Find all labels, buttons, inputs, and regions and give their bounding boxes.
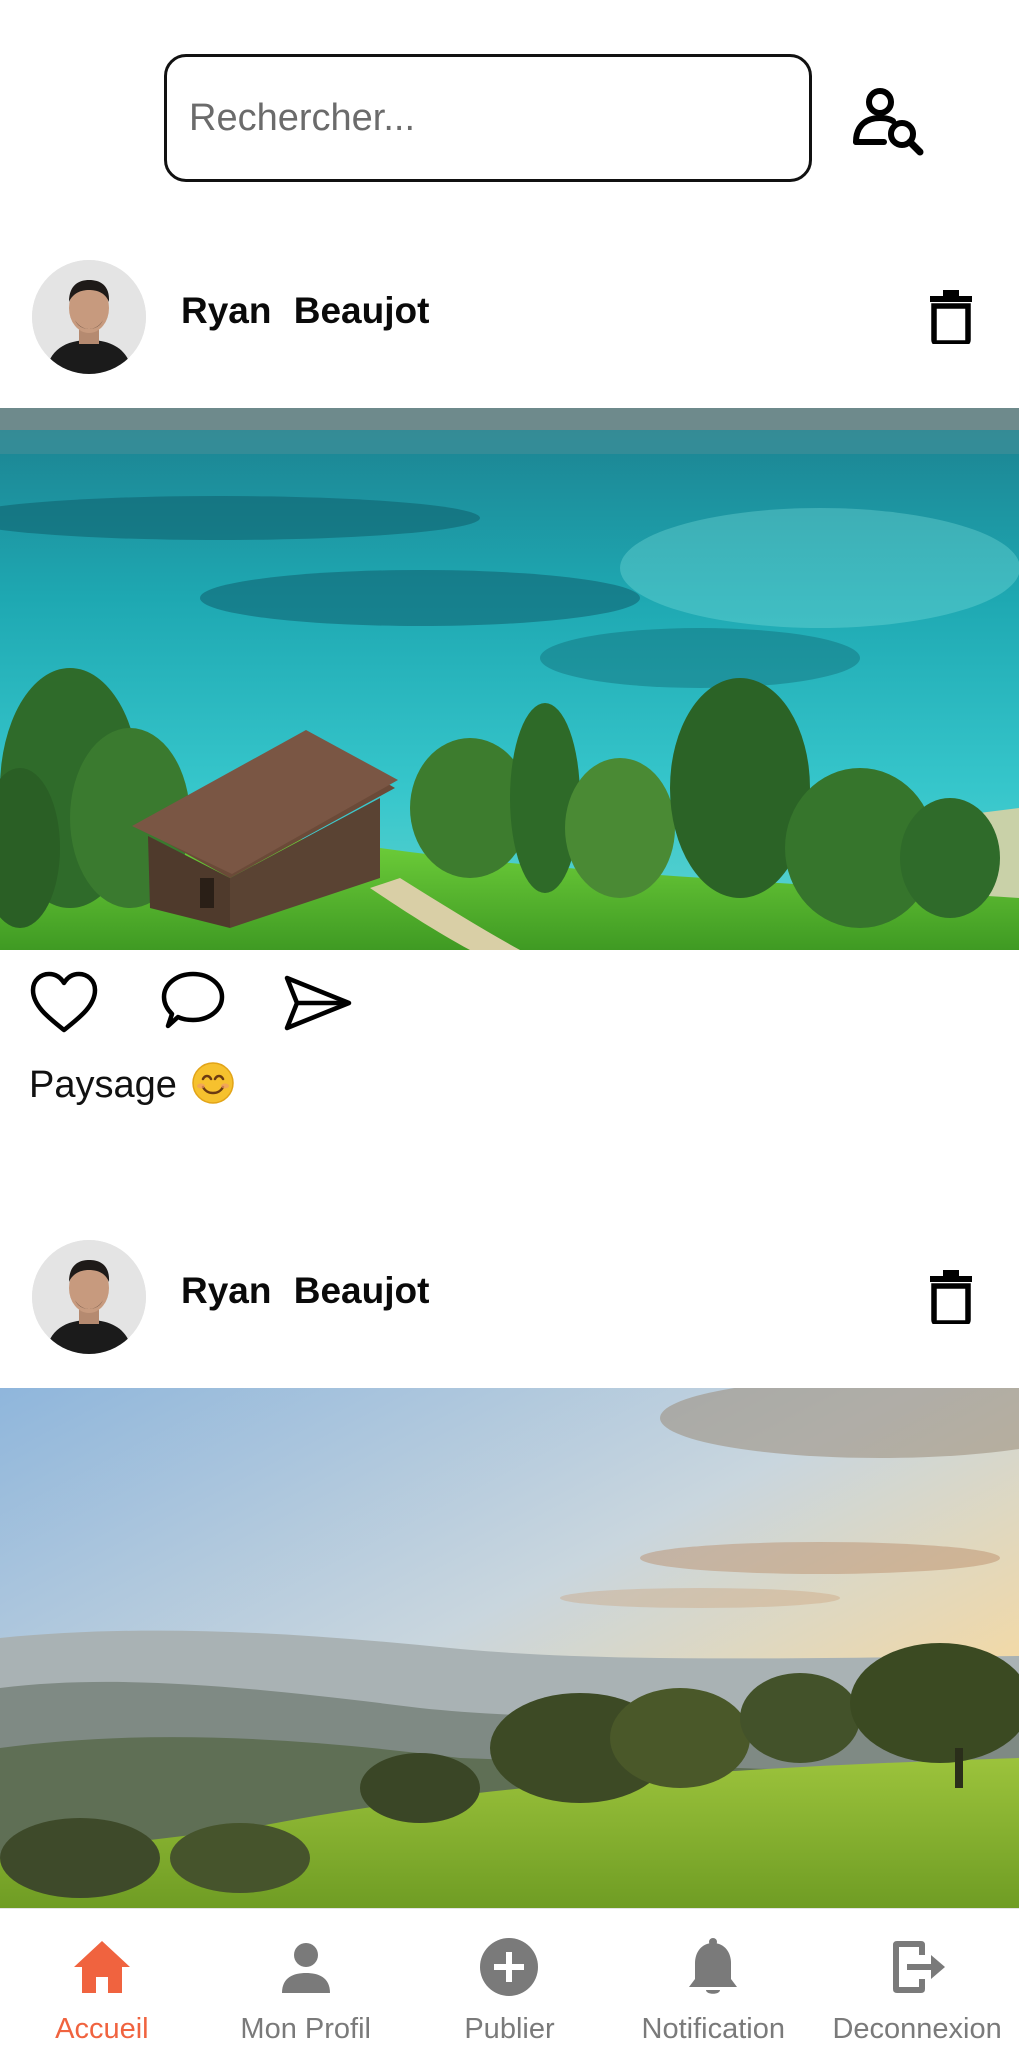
like-button[interactable]	[29, 970, 99, 1036]
nav-label: Notification	[641, 2013, 786, 2045]
nav-label: Mon Profil	[240, 2013, 371, 2045]
avatar[interactable]	[32, 260, 146, 374]
delete-post-button[interactable]	[928, 288, 974, 346]
author-name[interactable]: Ryan Beaujot	[181, 1270, 429, 1312]
delete-post-button[interactable]	[928, 1268, 974, 1326]
add-circle-icon	[480, 1938, 539, 1996]
post-card: Ryan Beaujot	[0, 1240, 1019, 1918]
nav-label: Deconnexion	[832, 2013, 1002, 2045]
send-icon	[284, 975, 352, 1031]
home-feed-screen: Ryan Beaujot	[0, 0, 1019, 2048]
post-actions	[0, 950, 1019, 1060]
user-search-icon	[853, 88, 924, 156]
search-input[interactable]	[164, 54, 812, 182]
home-icon	[73, 1941, 130, 1993]
nav-item-publier[interactable]: Publier	[408, 1909, 612, 2048]
comment-icon	[161, 971, 225, 1029]
share-button[interactable]	[283, 970, 353, 1036]
search-bar-row	[0, 0, 1019, 240]
bottom-navigation: Accueil Mon Profil Publier Notification …	[0, 1908, 1019, 2048]
nav-item-mon-profil[interactable]: Mon Profil	[204, 1909, 408, 2048]
sunset-hills-photo	[0, 1388, 1019, 1918]
post-image[interactable]	[0, 1388, 1019, 1918]
post-header: Ryan Beaujot	[0, 260, 1019, 408]
post-image[interactable]	[0, 408, 1019, 950]
bell-icon	[689, 1938, 738, 1994]
trash-icon	[930, 1270, 972, 1326]
caption-text: Paysage	[29, 1064, 177, 1106]
smiling-face-emoji	[192, 1062, 235, 1104]
lake-landscape-photo	[0, 408, 1019, 950]
avatar-photo	[32, 1240, 146, 1354]
avatar-photo	[32, 260, 146, 374]
logout-icon	[893, 1941, 946, 1993]
nav-label: Accueil	[55, 2013, 149, 2045]
nav-item-notification[interactable]: Notification	[611, 1909, 815, 2048]
nav-item-accueil[interactable]: Accueil	[0, 1909, 204, 2048]
author-name[interactable]: Ryan Beaujot	[181, 290, 429, 332]
comment-button[interactable]	[158, 970, 228, 1036]
post-caption: Paysage	[0, 1060, 1019, 1120]
avatar[interactable]	[32, 1240, 146, 1354]
trash-icon	[930, 290, 972, 346]
user-search-button[interactable]	[850, 84, 930, 164]
post-header: Ryan Beaujot	[0, 1240, 1019, 1388]
nav-item-deconnexion[interactable]: Deconnexion	[815, 1909, 1019, 2048]
heart-icon	[30, 971, 98, 1033]
post-card: Ryan Beaujot	[0, 260, 1019, 1120]
nav-label: Publier	[464, 2013, 555, 2045]
person-icon	[281, 1943, 330, 1993]
